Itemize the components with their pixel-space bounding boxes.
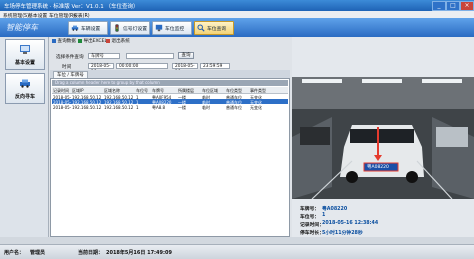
slot-value: 1 <box>322 213 326 218</box>
minimize-button[interactable]: _ <box>432 1 446 11</box>
group-hint: Drag a column header here to group by th… <box>52 80 288 86</box>
slot-label: 车位号： <box>300 215 320 220</box>
condition-select[interactable]: 车牌号 <box>88 53 120 59</box>
cell-floor: 一楼 <box>178 105 186 110</box>
cell-time: 2018-05-16 <box>53 105 71 110</box>
date-value: 2018年5月16日 17:49:09 <box>106 250 172 256</box>
traffic-light-icon <box>115 24 119 32</box>
car-icon <box>71 25 79 31</box>
close-button[interactable]: × <box>460 1 474 11</box>
exit-system-label: 退出系统 <box>111 39 130 44</box>
title-bar: 车场停车管理系统 · 标准版 Ver：V1.0.1 （车位查询） _ □ × <box>0 0 474 11</box>
keyword-input[interactable] <box>126 53 174 59</box>
cell-type: 普通车位 <box>226 105 242 110</box>
list-icon <box>52 38 56 43</box>
duration-label: 停车时长： <box>300 231 324 236</box>
cell-area-ip: 192.168.50.12 <box>72 105 102 110</box>
monitor-icon <box>155 24 163 32</box>
user-value: 管理员 <box>30 250 46 256</box>
nav-label: 信号灯设置 <box>123 27 147 32</box>
cell-event: 无变化 <box>250 105 262 110</box>
nav-label: 车辆设置 <box>81 27 101 32</box>
nav-label: 车位查询 <box>207 27 227 32</box>
settings-icon <box>20 45 30 54</box>
nav-signal-settings[interactable]: 信号灯设置 <box>110 21 150 35</box>
grid-header: 记录时间 区域IP 区域名称 车位号 车牌号 所属楼层 车位区域 车位类型 事件… <box>52 87 288 94</box>
brand-logo: 智能停车 <box>6 23 38 32</box>
plate-label: 车牌号： <box>300 207 320 212</box>
sidebar-item-label: 反向寻车 <box>14 94 35 100</box>
maximize-button[interactable]: □ <box>446 1 460 11</box>
nav-vehicle-settings[interactable]: 车辆设置 <box>68 21 108 35</box>
photo-plate-label: 粤A08220 <box>367 165 389 170</box>
sidebar-item-label: 基本设置 <box>14 60 35 66</box>
date-label: 当前日期： <box>78 250 104 256</box>
condition-label: 选择条件查询 <box>56 55 84 60</box>
time-from-field[interactable]: 00:00:00 <box>116 63 168 69</box>
nav-slot-query[interactable]: 车位查询 <box>194 21 234 35</box>
plate-value: 粤A08220 <box>322 207 348 212</box>
record-time-label: 记录时间： <box>300 223 324 228</box>
window-title: 车场停车管理系统 · 标准版 Ver：V1.0.1 （车位查询） <box>4 4 139 10</box>
nav-label: 车位监控 <box>165 27 185 32</box>
detail-panel: 粤A08220 车牌号： 粤A08220 车位号： 1 记录时间： 2018-0… <box>292 37 474 237</box>
search-icon <box>197 24 205 32</box>
export-excel-button[interactable]: 导出EXCEL <box>78 38 107 44</box>
record-time-value: 2018-05-16 12:38:44 <box>322 221 379 226</box>
bottom-toolbar-strip <box>0 237 474 244</box>
sidebar-item-basic-settings[interactable]: 基本设置 <box>5 39 45 70</box>
exit-icon <box>106 38 110 43</box>
sidebar: 基本设置 反向寻车 <box>0 37 49 237</box>
car-search-icon <box>20 79 30 88</box>
query-data-button[interactable]: 查询数据 <box>52 38 76 44</box>
cell-zone: 临时 <box>202 105 210 110</box>
status-bar: 用户名： 管理员 当前日期： 2018年5月16日 17:49:09 <box>0 244 474 259</box>
export-excel-label: 导出EXCEL <box>83 39 108 44</box>
search-button[interactable]: 查询 <box>178 52 194 59</box>
cell-slot: 1 <box>136 105 139 110</box>
table-row[interactable]: 2018-05-16 192.168.50.12 192.168.50.12 1… <box>52 104 288 110</box>
duration-value: 5小时11分钟28秒 <box>322 231 363 236</box>
records-grid: Drag a column header here to group by th… <box>50 78 290 237</box>
parking-photo: 粤A08220 <box>292 77 474 199</box>
vehicle-info: 车牌号： 粤A08220 车位号： 1 记录时间： 2018-05-16 12:… <box>292 205 474 237</box>
parking-photo-image <box>292 77 474 199</box>
cell-plate: 粤A8.8 <box>152 105 166 110</box>
date-from-field[interactable]: 2018-05-16 <box>88 63 114 75</box>
sidebar-item-reverse-search[interactable]: 反向寻车 <box>5 73 45 104</box>
nav-slot-monitor[interactable]: 车位监控 <box>152 21 192 35</box>
condition-value: 车牌号 <box>91 54 104 59</box>
exit-system-button[interactable]: 退出系统 <box>106 38 130 44</box>
query-data-label: 查询数据 <box>57 39 76 44</box>
excel-icon <box>78 38 82 43</box>
top-banner: 智能停车 车辆设置 信号灯设置 车位监控 车位查询 <box>0 18 474 37</box>
date-to-field[interactable]: 2018-05-16 <box>172 63 198 75</box>
query-panel: 查询数据 导出EXCEL 退出系统 选择条件查询 车牌号 查询 时间 2018-… <box>50 37 290 237</box>
user-label: 用户名： <box>4 250 25 256</box>
time-to-field[interactable]: 23:59:59 <box>200 63 230 69</box>
cell-area-name: 192.168.50.12 <box>104 105 134 110</box>
